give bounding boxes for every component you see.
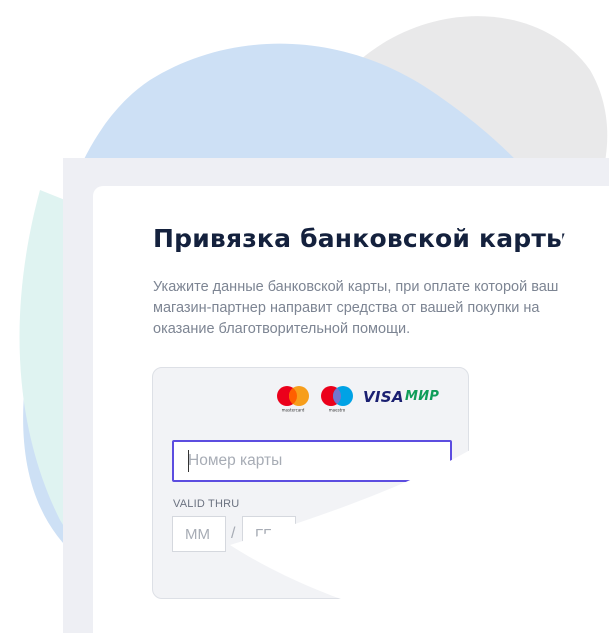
expiry-year-input[interactable]	[242, 516, 296, 552]
mastercard-caption: mastercard	[282, 408, 305, 413]
maestro-caption: maestro	[329, 408, 346, 413]
card-form: mastercard maestro VISA МИР VALID THRU /	[152, 367, 469, 599]
expiry-separator: /	[231, 525, 236, 542]
page-title: Привязка банковской карты	[153, 224, 569, 253]
expiry-month-input[interactable]	[172, 516, 226, 552]
mir-logo: МИР	[405, 389, 440, 404]
page-description: Укажите данные банковской карты, при опл…	[153, 279, 559, 337]
visa-logo: VISA	[363, 388, 404, 406]
valid-thru-label: VALID THRU	[173, 498, 240, 510]
maestro-logo-icon: maestro	[321, 386, 353, 413]
text-caret	[188, 450, 189, 472]
card-number-input[interactable]	[172, 440, 452, 482]
mastercard-logo-icon: mastercard	[277, 386, 309, 413]
